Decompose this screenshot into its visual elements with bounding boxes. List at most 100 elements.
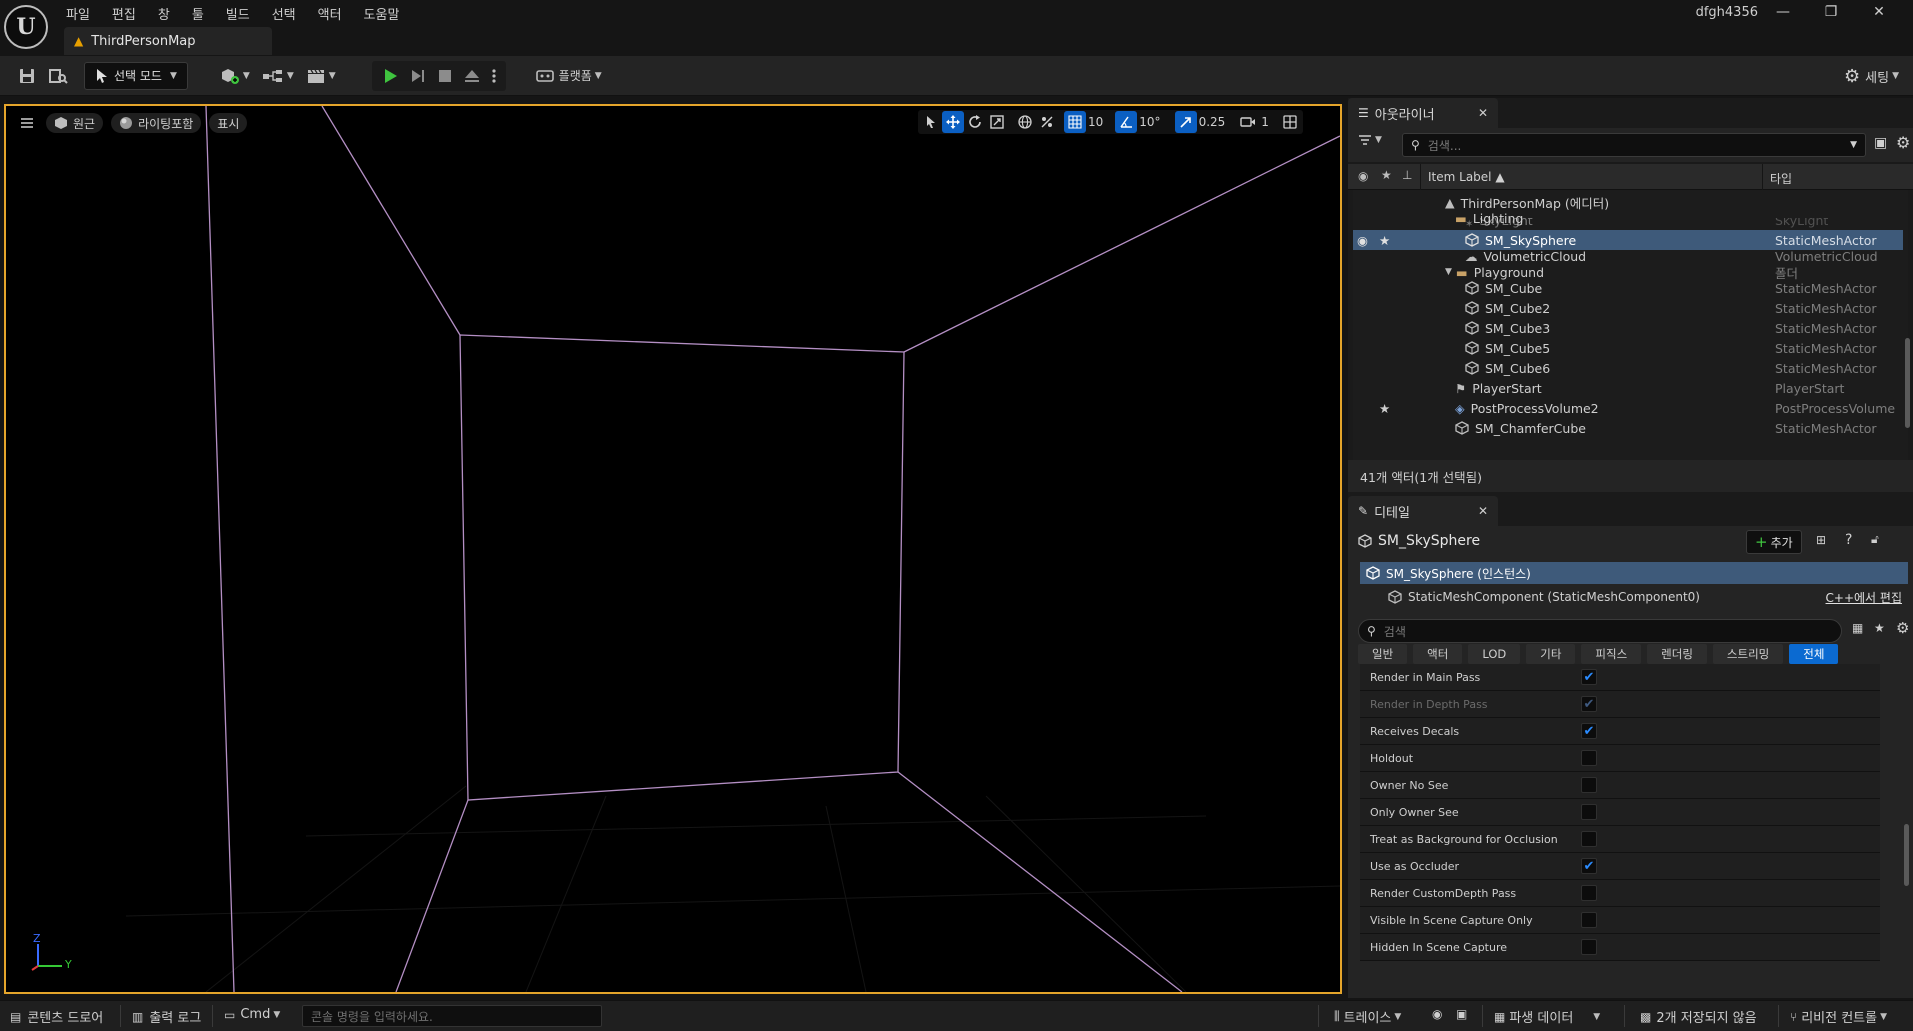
tree-row-player-start[interactable]: ⚑ PlayerStart PlayerStart — [1353, 378, 1903, 398]
trace-button[interactable]: ⫼ 트레이스 ▼ — [1334, 1007, 1401, 1026]
favorite-star-icon[interactable]: ★ — [1379, 401, 1390, 416]
filter-button[interactable]: ▼ — [1358, 134, 1382, 146]
camera-speed-icon[interactable] — [1237, 111, 1259, 133]
add-folder-icon[interactable]: ▣ — [1874, 135, 1887, 151]
category-general[interactable]: 일반 — [1358, 644, 1408, 664]
menu-file[interactable]: 파일 — [66, 4, 90, 23]
scale-snap-icon[interactable] — [1174, 111, 1197, 133]
property-checkbox[interactable]: ✔ — [1581, 858, 1597, 874]
play-button[interactable] — [376, 62, 404, 90]
show-button[interactable]: 표시 — [209, 113, 248, 133]
perspective-button[interactable]: 원근 — [46, 113, 104, 133]
minimize-icon[interactable]: — — [1761, 0, 1805, 24]
rotation-snap-value[interactable]: 10° — [1139, 115, 1160, 129]
stop-button[interactable] — [432, 62, 458, 90]
translate-tool-icon[interactable] — [942, 111, 964, 133]
viewport-layout-icon[interactable] — [1279, 111, 1301, 133]
unreal-logo-icon[interactable]: U — [4, 5, 48, 49]
component-tree-item[interactable]: StaticMeshComponent (StaticMeshComponent… — [1360, 586, 1908, 608]
item-label-column[interactable]: Item Label ▲ — [1428, 170, 1505, 184]
settings-button[interactable]: ⚙ 세팅 ▼ — [1838, 62, 1905, 90]
property-checkbox[interactable] — [1581, 912, 1597, 928]
eject-button[interactable] — [458, 62, 486, 90]
add-component-button[interactable]: + 추가 — [1746, 530, 1802, 554]
expand-arrow-icon[interactable]: ▼ — [1445, 267, 1452, 277]
tree-row-sm-cube6[interactable]: SM_Cube6 StaticMeshActor — [1353, 358, 1903, 378]
menu-edit[interactable]: 편집 — [112, 4, 136, 23]
property-checkbox[interactable] — [1581, 831, 1597, 847]
outliner-search-input[interactable]: ⚲ 검색... ▼ — [1402, 133, 1866, 157]
add-actor-button[interactable]: ▼ — [214, 62, 256, 90]
favorite-column-icon[interactable]: ★ — [1381, 168, 1392, 182]
category-rendering[interactable]: 렌더링 — [1647, 644, 1707, 664]
grid-snap-value[interactable]: 10 — [1088, 115, 1103, 129]
property-checkbox[interactable] — [1581, 939, 1597, 955]
menu-tools[interactable]: 툴 — [192, 4, 204, 23]
derived-data-button[interactable]: ▦ 파생 데이터 ▼ — [1494, 1007, 1600, 1027]
help-icon[interactable]: ? — [1845, 532, 1852, 548]
close-tab-icon[interactable]: ✕ — [1478, 504, 1488, 518]
property-checkbox[interactable] — [1581, 804, 1597, 820]
tree-row-skylight[interactable]: ✶ SkyLight SkyLight — [1353, 218, 1903, 230]
play-options-button[interactable] — [486, 62, 502, 90]
type-column[interactable]: 타입 — [1770, 170, 1792, 187]
level-viewport[interactable]: 원근 라이팅포함 표시 10 10° 0.25 1 Z Y — [4, 104, 1342, 994]
details-scrollbar[interactable] — [1904, 824, 1909, 886]
tree-row-sm-cube3[interactable]: SM_Cube3 StaticMeshActor — [1353, 318, 1903, 338]
category-lod[interactable]: LOD — [1468, 644, 1521, 664]
tree-row-sm-cube5[interactable]: SM_Cube5 StaticMeshActor — [1353, 338, 1903, 358]
step-button[interactable] — [404, 62, 432, 90]
menu-window[interactable]: 창 — [158, 4, 170, 23]
unsaved-assets-button[interactable]: ▩ 2개 저장되지 않음 — [1640, 1007, 1757, 1027]
output-log-button[interactable]: ▥ 출력 로그 — [132, 1007, 201, 1027]
property-checkbox[interactable] — [1581, 777, 1597, 793]
close-window-icon[interactable]: ✕ — [1857, 0, 1901, 24]
menu-build[interactable]: 빌드 — [226, 4, 250, 23]
tree-row-sm-cube[interactable]: SM_Cube StaticMeshActor — [1353, 278, 1903, 298]
outliner-tab[interactable]: ☰ 아웃라이너 ✕ — [1348, 98, 1498, 128]
property-checkbox[interactable]: ✔ — [1581, 669, 1597, 685]
platforms-button[interactable]: 플랫폼 ▼ — [530, 62, 608, 90]
category-all[interactable]: 전체 — [1789, 644, 1839, 664]
menu-help[interactable]: 도움말 — [364, 4, 400, 23]
close-tab-icon[interactable]: ✕ — [1478, 106, 1488, 120]
property-checkbox[interactable]: ✔ — [1581, 696, 1597, 712]
scale-snap-value[interactable]: 0.25 — [1199, 115, 1226, 129]
details-settings-icon[interactable]: ⚙ — [1896, 619, 1909, 637]
menu-select[interactable]: 선택 — [272, 4, 296, 23]
component-tree-root[interactable]: SM_SkySphere (인스턴스) — [1360, 562, 1908, 584]
menu-actor[interactable]: 액터 — [318, 4, 342, 23]
browse-level-button[interactable] — [42, 62, 74, 90]
view-mode-button[interactable]: 라이팅포함 — [111, 113, 202, 133]
world-space-icon[interactable] — [1014, 111, 1036, 133]
property-checkbox[interactable]: ✔ — [1581, 723, 1597, 739]
property-checkbox[interactable] — [1581, 750, 1597, 766]
record-icon[interactable]: ◉ — [1432, 1007, 1442, 1021]
category-misc[interactable]: 기타 — [1526, 644, 1576, 664]
details-search-input[interactable]: ⚲ 검색 — [1358, 619, 1842, 643]
category-actor[interactable]: 액터 — [1413, 644, 1463, 664]
scale-tool-icon[interactable] — [986, 111, 1008, 133]
viewport-menu-icon[interactable] — [16, 112, 38, 134]
favorites-star-icon[interactable]: ★ — [1874, 621, 1885, 635]
tree-row-sm-cube2[interactable]: SM_Cube2 StaticMeshActor — [1353, 298, 1903, 318]
content-drawer-button[interactable]: ▤ 콘텐츠 드로어 — [10, 1007, 103, 1027]
lock-icon[interactable]: 🔓︎ — [1871, 532, 1879, 547]
maximize-icon[interactable]: ❐ — [1809, 0, 1853, 24]
tree-row-map[interactable]: ▲ ThirdPersonMap (에디터) — [1353, 192, 1903, 212]
select-tool-icon[interactable] — [920, 111, 942, 133]
revision-control-button[interactable]: ⑂ 리비전 컨트롤 ▼ — [1790, 1007, 1887, 1027]
pin-column-icon[interactable]: ⊥ — [1402, 168, 1412, 182]
console-command-input[interactable]: 콘솔 명령을 입력하세요. — [302, 1005, 602, 1027]
mode-select-dropdown[interactable]: 선택 모드 ▼ — [84, 61, 188, 90]
category-physics[interactable]: 피직스 — [1581, 644, 1642, 664]
grid-snap-icon[interactable] — [1064, 111, 1086, 133]
tree-row-post-process-volume[interactable]: ★ ◈ PostProcessVolume2 PostProcessVolume — [1353, 398, 1903, 418]
tree-row-sm-chamfercube[interactable]: SM_ChamferCube StaticMeshActor — [1353, 418, 1903, 438]
save-button[interactable] — [12, 62, 42, 90]
property-checkbox[interactable] — [1581, 885, 1597, 901]
outliner-settings-icon[interactable]: ⚙ — [1896, 133, 1910, 152]
actor-name-field[interactable]: SM_SkySphere — [1378, 533, 1480, 549]
document-tab[interactable]: ▲ ThirdPersonMap — [64, 27, 272, 55]
property-matrix-icon[interactable]: ▦ — [1852, 621, 1863, 635]
